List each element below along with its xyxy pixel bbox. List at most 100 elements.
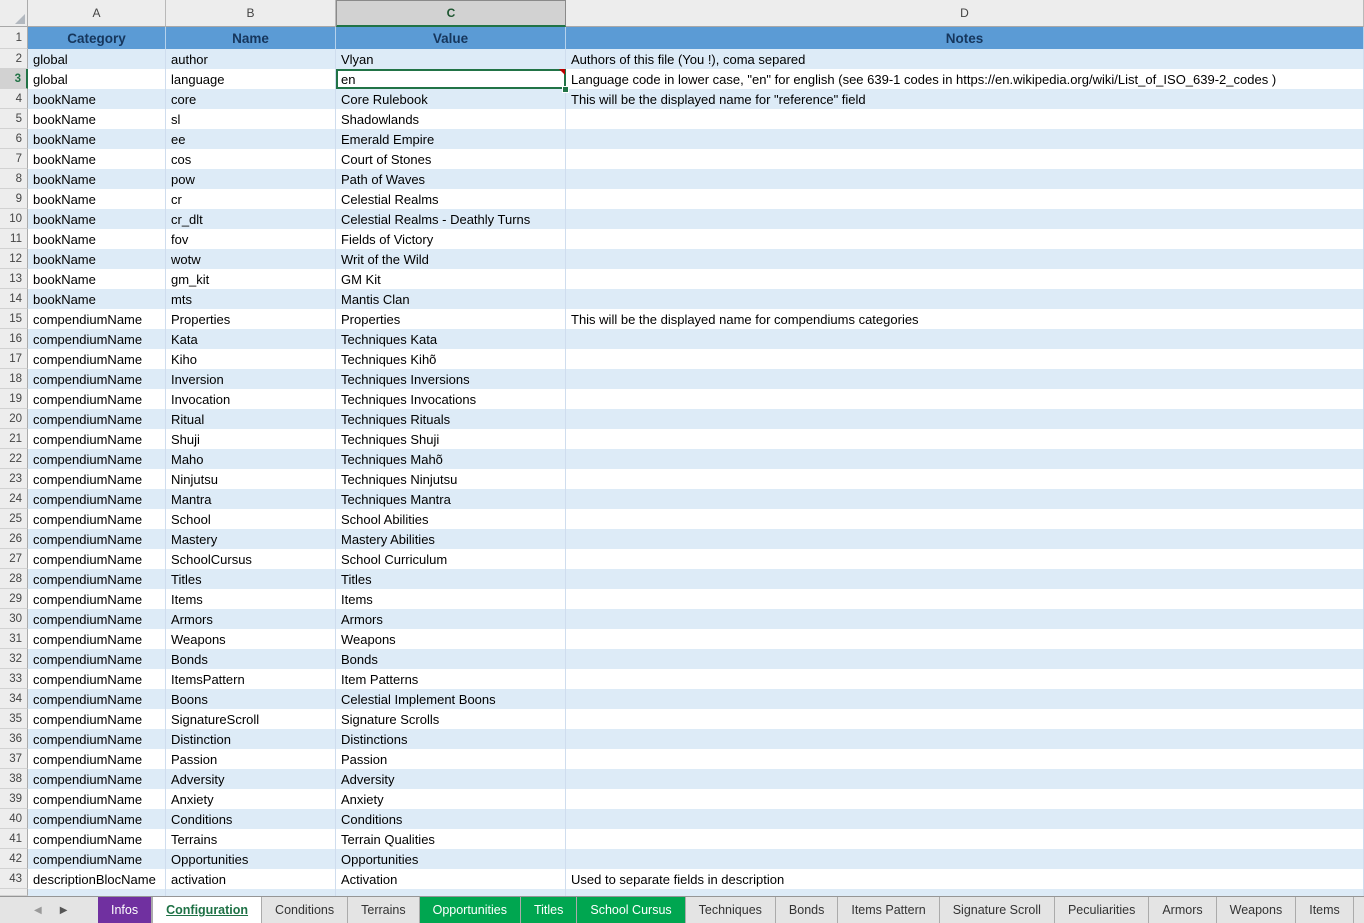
sheet-tab-terrains[interactable]: Terrains (348, 897, 419, 923)
grid-cell[interactable]: compendiumName (28, 369, 166, 389)
grid-cell[interactable]: Emerald Empire (336, 129, 566, 149)
grid-cell[interactable] (566, 149, 1364, 169)
grid-cell[interactable]: Opportunities (166, 849, 336, 869)
row-number[interactable]: 31 (0, 629, 28, 649)
row-number[interactable]: 11 (0, 229, 28, 249)
grid-cell[interactable]: bookName (28, 209, 166, 229)
grid-cell[interactable] (566, 589, 1364, 609)
grid-cell[interactable]: compendiumName (28, 809, 166, 829)
row-number[interactable]: 15 (0, 309, 28, 329)
row-number[interactable]: 25 (0, 509, 28, 529)
grid-cell[interactable]: compendiumName (28, 849, 166, 869)
grid-cell[interactable]: Used to separate fields in description (566, 869, 1364, 889)
grid-cell[interactable]: SchoolCursus (166, 549, 336, 569)
grid-cell[interactable] (566, 289, 1364, 309)
row-number[interactable]: 5 (0, 109, 28, 129)
select-all-corner[interactable] (0, 0, 28, 27)
row-number[interactable]: 4 (0, 89, 28, 109)
grid-cell[interactable]: language (166, 69, 336, 89)
grid-cell[interactable]: bookName (28, 249, 166, 269)
grid-cell[interactable]: Fields of Victory (336, 229, 566, 249)
row-number[interactable]: 32 (0, 649, 28, 669)
grid-cell[interactable]: compendiumName (28, 589, 166, 609)
grid-cell[interactable] (566, 629, 1364, 649)
grid-cell[interactable]: Passion (166, 749, 336, 769)
grid-cell[interactable]: Techniques Kata (336, 329, 566, 349)
row-number[interactable]: 3 (0, 69, 28, 89)
grid-cell[interactable]: compendiumName (28, 429, 166, 449)
grid-cell[interactable]: mts (166, 289, 336, 309)
grid-cell[interactable]: Anxiety (166, 789, 336, 809)
row-number[interactable]: 2 (0, 49, 28, 69)
grid-cell[interactable]: Armors (166, 609, 336, 629)
grid-cell[interactable]: Conditions (336, 809, 566, 829)
grid-cell[interactable] (566, 489, 1364, 509)
grid-cell[interactable] (566, 669, 1364, 689)
grid-cell[interactable]: Techniques Mahõ (336, 449, 566, 469)
row-number[interactable]: 28 (0, 569, 28, 589)
sheet-tab-items[interactable]: Items (1296, 897, 1354, 923)
header-cell-name[interactable]: Name (166, 27, 336, 49)
row-number[interactable]: 6 (0, 129, 28, 149)
grid-cell[interactable]: Adversity (166, 769, 336, 789)
grid-cell[interactable]: pow (166, 169, 336, 189)
sheet-tab-items-pattern[interactable]: Items Pattern (838, 897, 939, 923)
sheet-tab-signature-scroll[interactable]: Signature Scroll (940, 897, 1055, 923)
sheet-tab-configuration[interactable]: Configuration (152, 897, 262, 923)
grid-cell[interactable]: compendiumName (28, 489, 166, 509)
grid-cell[interactable]: Shuji (166, 429, 336, 449)
grid-cell[interactable]: compendiumName (28, 829, 166, 849)
grid-cell[interactable]: compendiumName (28, 709, 166, 729)
row-number[interactable]: 18 (0, 369, 28, 389)
row-number[interactable]: 40 (0, 809, 28, 829)
grid-cell[interactable] (566, 129, 1364, 149)
grid-cell[interactable]: Terrains (166, 829, 336, 849)
grid-cell[interactable]: Properties (336, 309, 566, 329)
grid-cell[interactable]: This will be the displayed name for comp… (566, 309, 1364, 329)
grid-cell[interactable]: Inversion (166, 369, 336, 389)
grid-cell[interactable]: Invocation (166, 389, 336, 409)
grid-cell[interactable]: Core Rulebook (336, 89, 566, 109)
grid-cell[interactable]: Authors of this file (You !), coma separ… (566, 49, 1364, 69)
grid-cell[interactable]: Distinctions (336, 729, 566, 749)
row-number[interactable]: 37 (0, 749, 28, 769)
sheet-tab-peculiarities[interactable]: Peculiarities (1055, 897, 1149, 923)
row-number[interactable]: 29 (0, 589, 28, 609)
sheet-tab-school-cursus[interactable]: School Cursus (577, 897, 685, 923)
grid-cell[interactable]: Techniques Ninjutsu (336, 469, 566, 489)
grid-cell[interactable]: Bonds (166, 649, 336, 669)
grid-cell[interactable]: compendiumName (28, 569, 166, 589)
grid-cell[interactable]: compendiumName (28, 769, 166, 789)
row-number[interactable]: 10 (0, 209, 28, 229)
grid-cell[interactable]: Passion (336, 749, 566, 769)
sheet-tab-conditions[interactable]: Conditions (262, 897, 348, 923)
grid-cell[interactable]: GM Kit (336, 269, 566, 289)
grid-cell[interactable] (566, 769, 1364, 789)
grid-cell[interactable]: Celestial Realms - Deathly Turns (336, 209, 566, 229)
grid-cell[interactable]: bookName (28, 149, 166, 169)
grid-cell[interactable]: Techniques Inversions (336, 369, 566, 389)
grid-cell[interactable]: compendiumName (28, 729, 166, 749)
row-number[interactable]: 27 (0, 549, 28, 569)
row-number[interactable]: 43 (0, 869, 28, 889)
grid-cell[interactable]: ee (166, 129, 336, 149)
row-number[interactable]: 12 (0, 249, 28, 269)
sheet-tab-opportunities[interactable]: Opportunities (420, 897, 521, 923)
grid-cell[interactable] (566, 509, 1364, 529)
column-header-C[interactable]: C (336, 0, 566, 27)
grid-cell[interactable]: compendiumName (28, 309, 166, 329)
grid-cell[interactable]: bookName (28, 289, 166, 309)
row-number[interactable]: 41 (0, 829, 28, 849)
grid-cell[interactable]: Techniques Mantra (336, 489, 566, 509)
grid-cell[interactable] (566, 529, 1364, 549)
grid-cell[interactable]: Weapons (166, 629, 336, 649)
grid-cell[interactable]: ItemsPattern (166, 669, 336, 689)
row-number[interactable]: 7 (0, 149, 28, 169)
row-number[interactable]: 35 (0, 709, 28, 729)
row-number[interactable]: 30 (0, 609, 28, 629)
grid-cell[interactable]: compendiumName (28, 509, 166, 529)
row-number[interactable]: 21 (0, 429, 28, 449)
grid-cell[interactable] (566, 609, 1364, 629)
grid-cell[interactable]: sl (166, 109, 336, 129)
header-cell-value[interactable]: Value (336, 27, 566, 49)
